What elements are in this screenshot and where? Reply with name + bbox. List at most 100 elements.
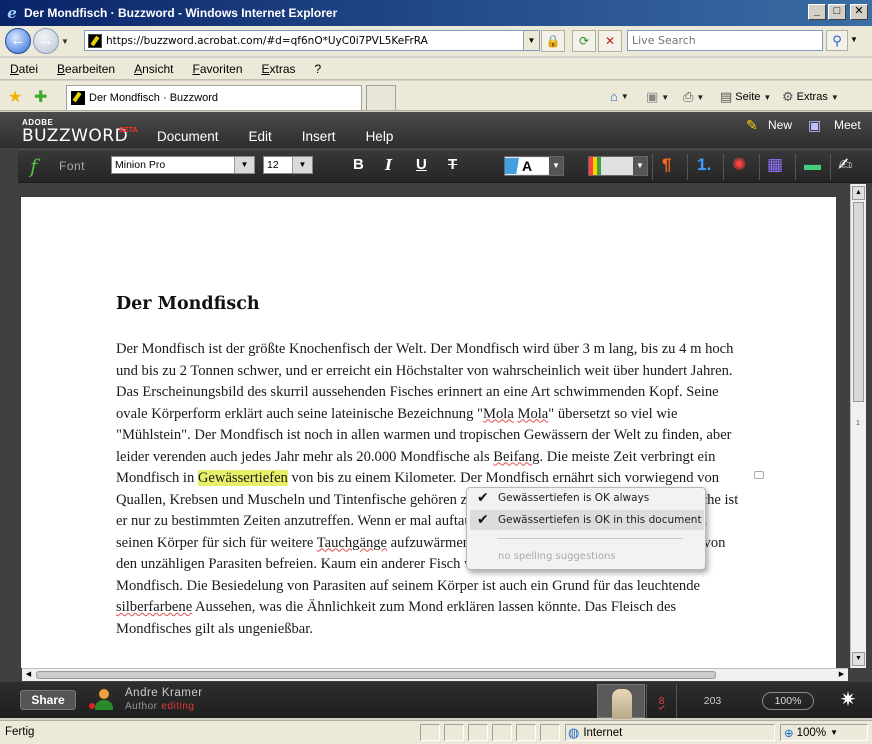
scroll-thumb[interactable] <box>853 202 864 402</box>
table-icon[interactable]: ▦ <box>767 155 783 175</box>
font-select[interactable]: Minion Pro ▼ <box>111 156 255 174</box>
avatar[interactable] <box>89 688 116 712</box>
search-options-dropdown-icon[interactable]: ▼ <box>850 35 858 44</box>
highlighted-word[interactable]: Gewässertiefen <box>197 470 288 486</box>
menu-help[interactable]: ? <box>315 62 322 76</box>
lock-icon[interactable]: 🔒 <box>541 30 565 52</box>
stop-icon[interactable]: ✕ <box>598 30 622 52</box>
numbered-list-icon[interactable]: 1. <box>697 155 711 175</box>
ie-logo-icon: e <box>7 4 17 22</box>
chevron-down-icon[interactable]: ▼ <box>292 157 312 173</box>
activity-spinner-icon: ✷ <box>839 689 857 711</box>
security-zone[interactable]: ◍ Internet <box>565 724 775 741</box>
misspelled-word[interactable]: silberfarbene <box>116 599 192 615</box>
search-input[interactable] <box>628 31 822 50</box>
app-menu-help[interactable]: Help <box>366 129 394 144</box>
font-f-icon: f <box>30 154 38 178</box>
app-menu-insert[interactable]: Insert <box>302 129 336 144</box>
check-icon: ✔ <box>477 512 489 528</box>
home-button[interactable]: ⌂ ▼ <box>610 89 629 104</box>
print-button[interactable]: ⎙ ▼ <box>683 89 704 105</box>
margin-comment-icon[interactable] <box>754 471 764 479</box>
hscroll-thumb[interactable] <box>36 671 716 679</box>
logo-buzzword: BUZZWORD <box>22 126 129 146</box>
word-count: 203 <box>676 684 748 718</box>
misspelled-word[interactable]: Beifang <box>493 449 539 465</box>
forward-button[interactable]: → <box>33 28 59 54</box>
maximize-button[interactable]: □ <box>828 4 846 20</box>
menu-ansicht[interactable]: Ansicht <box>134 62 173 76</box>
app-menu-edit[interactable]: Edit <box>249 129 272 144</box>
review-icon[interactable]: ✍ <box>838 155 852 175</box>
document-title[interactable]: Der Mondfisch <box>116 294 260 314</box>
new-tab-button[interactable] <box>366 85 396 110</box>
bold-button[interactable]: B <box>353 156 364 173</box>
add-favorites-icon[interactable]: ✚ <box>34 87 47 107</box>
address-url[interactable]: https://buzzword.acrobat.com/#d=qf6nO*Uy… <box>106 35 523 47</box>
comment-icon[interactable]: ▬ <box>804 155 821 175</box>
scroll-down-icon[interactable]: ▼ <box>852 652 865 666</box>
tools-menu-button[interactable]: ⚙ Extras ▼ <box>782 89 839 105</box>
ok-document-item[interactable]: ✔ Gewässertiefen is OK in this document <box>470 510 704 530</box>
close-window-button[interactable]: ✕ <box>850 4 868 20</box>
scroll-up-icon[interactable]: ▲ <box>852 186 865 200</box>
italic-button[interactable]: I <box>385 156 392 174</box>
horizontal-scrollbar[interactable]: ◀ ▶ <box>22 668 848 681</box>
new-button[interactable]: ✎ New <box>746 117 792 133</box>
minimize-button[interactable]: _ <box>808 4 826 20</box>
page-indicator: 1 <box>856 420 860 427</box>
address-bar[interactable]: https://buzzword.acrobat.com/#d=qf6nO*Uy… <box>84 30 540 51</box>
underline-button[interactable]: U <box>416 156 427 173</box>
zoom-level[interactable]: 100% <box>762 692 814 710</box>
user-name: Andre Kramer <box>125 687 203 699</box>
spelling-count[interactable]: 8 <box>646 684 676 718</box>
vertical-scrollbar[interactable]: ▲ 1 ▼ <box>850 184 866 668</box>
strikethrough-button[interactable]: T <box>448 156 457 173</box>
menu-favoriten[interactable]: Favoriten <box>192 62 242 76</box>
address-dropdown-icon[interactable]: ▼ <box>523 31 539 50</box>
chevron-down-icon[interactable]: ▼ <box>633 157 647 175</box>
feeds-button[interactable]: ▣ ▼ <box>646 89 669 105</box>
paragraph-icon[interactable]: ¶ <box>662 155 671 175</box>
font-size-select[interactable]: 12 ▼ <box>263 156 313 174</box>
favorites-star-icon[interactable]: ★ <box>8 87 22 107</box>
shape-icon[interactable]: ✺ <box>732 155 746 175</box>
menu-extras[interactable]: Extras <box>262 62 296 76</box>
chevron-down-icon[interactable]: ▼ <box>549 157 563 175</box>
font-label: Font <box>59 159 86 173</box>
search-box[interactable] <box>627 30 823 51</box>
misspelled-word[interactable]: Tauchgänge <box>317 535 387 551</box>
menu-datei[interactable]: Datei <box>10 62 38 76</box>
browser-tab[interactable]: Der Mondfisch · Buzzword <box>66 85 362 110</box>
page-menu-button[interactable]: ▤ Seite ▼ <box>720 89 771 105</box>
document-thumbnail[interactable] <box>597 684 645 719</box>
scroll-left-icon[interactable]: ◀ <box>22 669 35 681</box>
document-page[interactable]: Der Mondfisch Der Mondfisch ist der größ… <box>21 197 836 668</box>
chevron-down-icon[interactable]: ▼ <box>234 157 254 173</box>
home-icon: ⌂ <box>610 89 618 104</box>
misspelled-word[interactable]: Mola <box>483 406 514 422</box>
gear-icon: ⚙ <box>782 89 794 104</box>
share-button[interactable]: Share <box>20 690 76 710</box>
no-suggestions-label: no spelling suggestions <box>498 551 616 562</box>
refresh-icon[interactable]: ⟳ <box>572 30 596 52</box>
zoom-control[interactable]: ⊕ 100% ▼ <box>780 724 868 741</box>
app-footer: Share Andre Kramer Author editing 8 203 1… <box>0 682 872 719</box>
buzzword-favicon-icon <box>88 33 102 48</box>
history-dropdown-icon[interactable]: ▼ <box>61 37 73 46</box>
scroll-right-icon[interactable]: ▶ <box>835 669 848 681</box>
back-button[interactable]: ← <box>5 28 31 54</box>
menu-bearbeiten[interactable]: Bearbeiten <box>57 62 115 76</box>
user-role: Author editing <box>125 701 195 712</box>
search-button[interactable]: ⚲ <box>826 30 848 51</box>
status-dot-icon <box>89 703 95 709</box>
app-menu-document[interactable]: Document <box>157 129 219 144</box>
menu-bar: Datei Bearbeiten Ansicht Favoriten Extra… <box>0 58 872 80</box>
highlight-color-picker[interactable]: ▼ <box>588 156 648 176</box>
ok-always-item[interactable]: ✔ Gewässertiefen is OK always <box>477 490 649 506</box>
misspelled-word[interactable]: Mola <box>517 406 548 422</box>
status-text: Fertig <box>5 726 35 738</box>
meet-button[interactable]: ▣ Meet <box>808 117 861 133</box>
chevron-down-icon[interactable]: ▼ <box>830 728 838 737</box>
text-color-picker[interactable]: A ▼ <box>504 156 564 176</box>
